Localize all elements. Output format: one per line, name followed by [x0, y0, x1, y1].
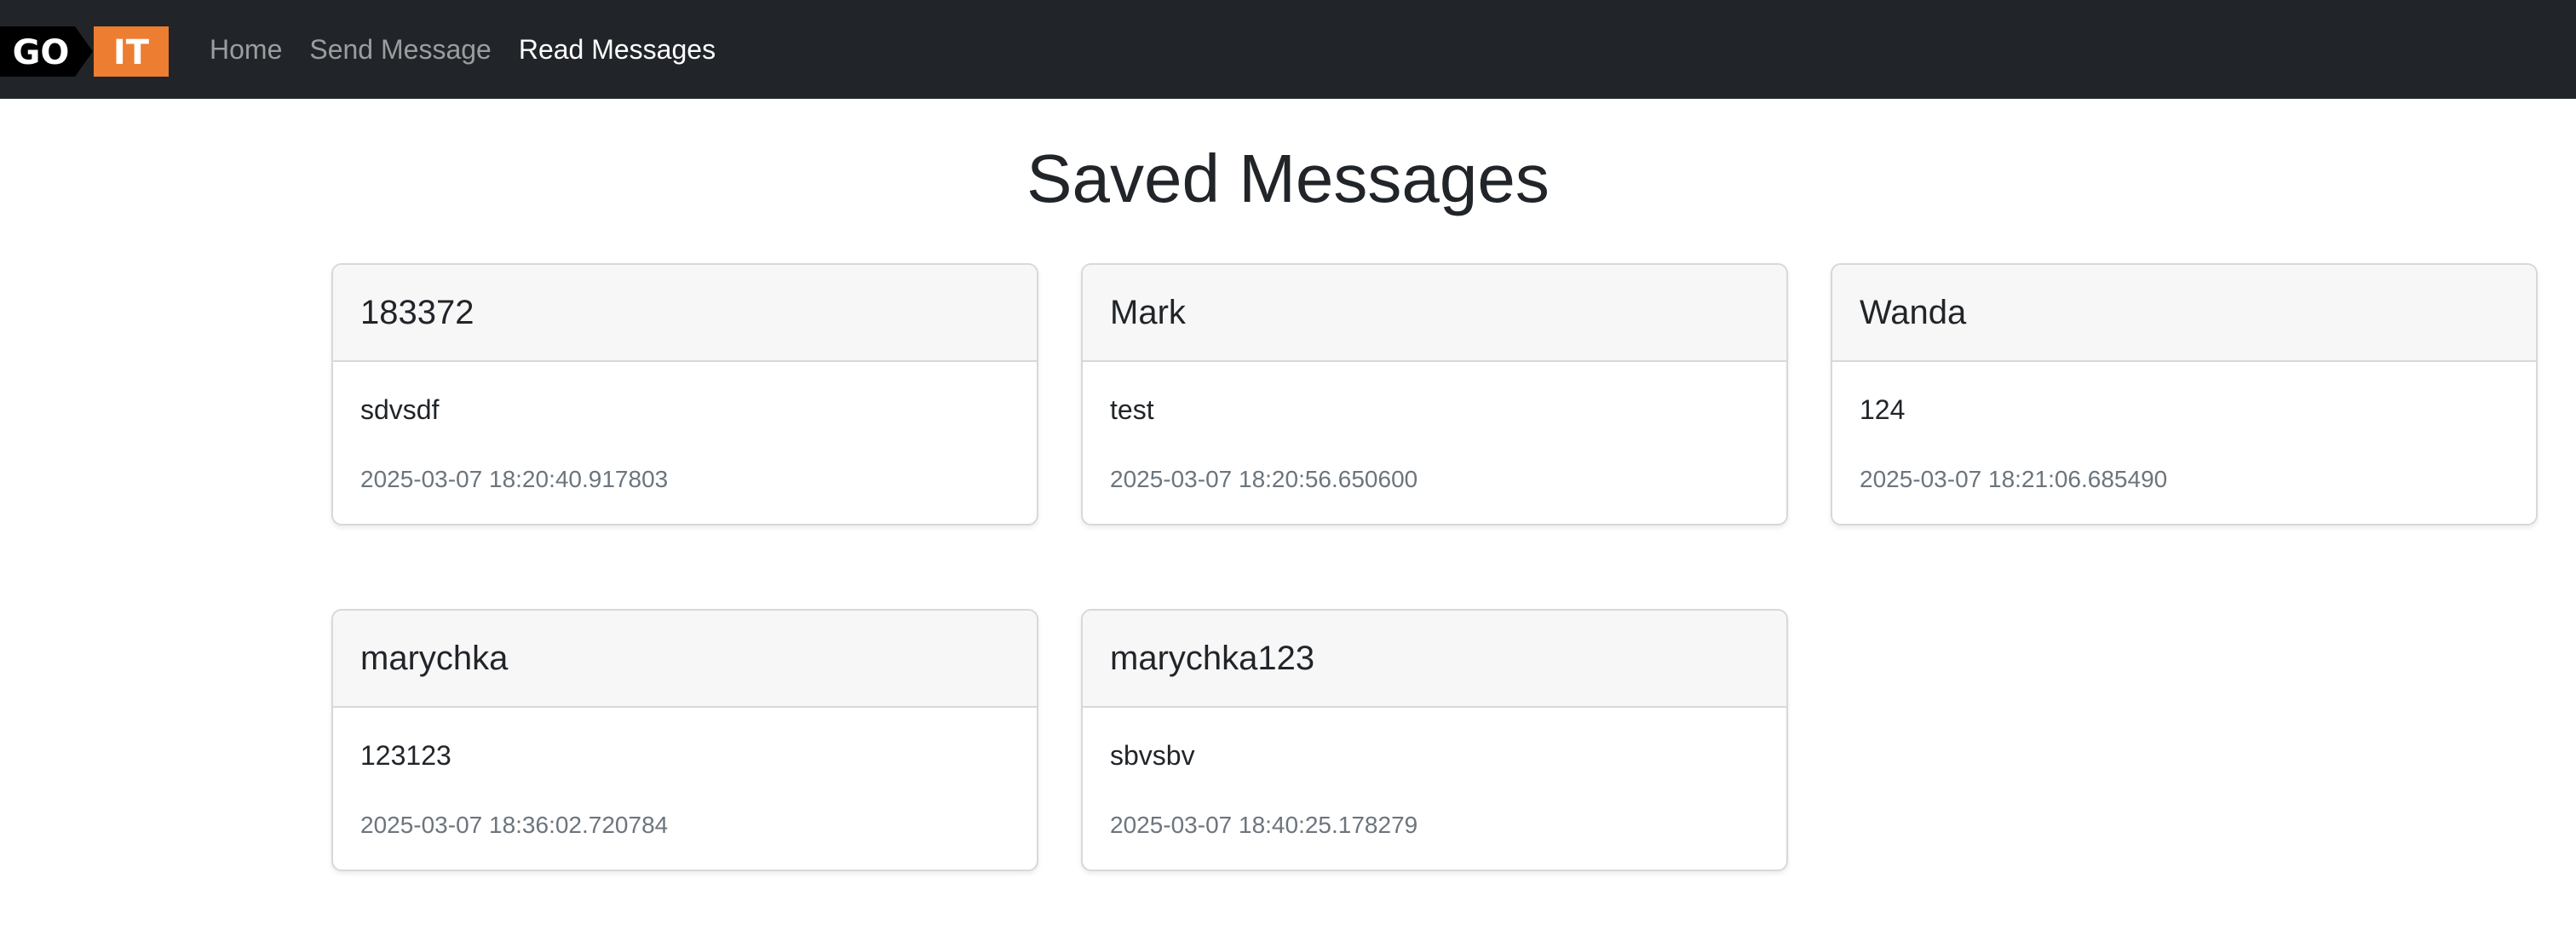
- message-card-timestamp: 2025-03-07 18:21:06.685490: [1860, 466, 2168, 492]
- message-card-timestamp: 2025-03-07 18:20:40.917803: [360, 466, 669, 492]
- message-card-username: 183372: [333, 265, 1037, 362]
- logo-go-text: GO: [13, 33, 70, 72]
- page-title: Saved Messages: [1026, 141, 1550, 216]
- goit-logo-graphic: GO IT: [0, 26, 169, 77]
- message-card: 183372 sdvsdf 2025-03-07 18:20:40.917803: [331, 263, 1038, 525]
- message-card-text: sdvsdf: [360, 394, 440, 425]
- message-card-text: sbvsbv: [1110, 740, 1195, 771]
- message-card-timestamp: 2025-03-07 18:20:56.650600: [1110, 466, 1418, 492]
- message-card: marychka123 sbvsbv 2025-03-07 18:40:25.1…: [1081, 609, 1788, 871]
- navbar: GO IT Home Send Message Read Messages: [0, 0, 2576, 99]
- message-card-text: test: [1110, 394, 1154, 425]
- message-card: Mark test 2025-03-07 18:20:56.650600: [1081, 263, 1788, 525]
- nav-link-read-messages[interactable]: Read Messages: [519, 34, 716, 66]
- message-card-timestamp: 2025-03-07 18:36:02.720784: [360, 812, 669, 838]
- message-card-timestamp: 2025-03-07 18:40:25.178279: [1110, 812, 1418, 838]
- nav-link-send-message[interactable]: Send Message: [309, 34, 491, 66]
- message-card-text: 124: [1860, 394, 1906, 425]
- goit-logo[interactable]: GO IT: [0, 26, 169, 77]
- message-card-username: marychka: [333, 611, 1037, 708]
- message-card-username: Wanda: [1832, 265, 2536, 362]
- logo-it-text: IT: [113, 33, 150, 72]
- message-card-username: marychka123: [1083, 611, 1786, 708]
- nav-link-home[interactable]: Home: [210, 34, 282, 66]
- nav-links: Home Send Message Read Messages: [210, 0, 716, 99]
- message-card: marychka 123123 2025-03-07 18:36:02.7207…: [331, 609, 1038, 871]
- message-card: Wanda 124 2025-03-07 18:21:06.685490: [1831, 263, 2538, 525]
- message-card-text: 123123: [360, 740, 451, 771]
- message-card-username: Mark: [1083, 265, 1786, 362]
